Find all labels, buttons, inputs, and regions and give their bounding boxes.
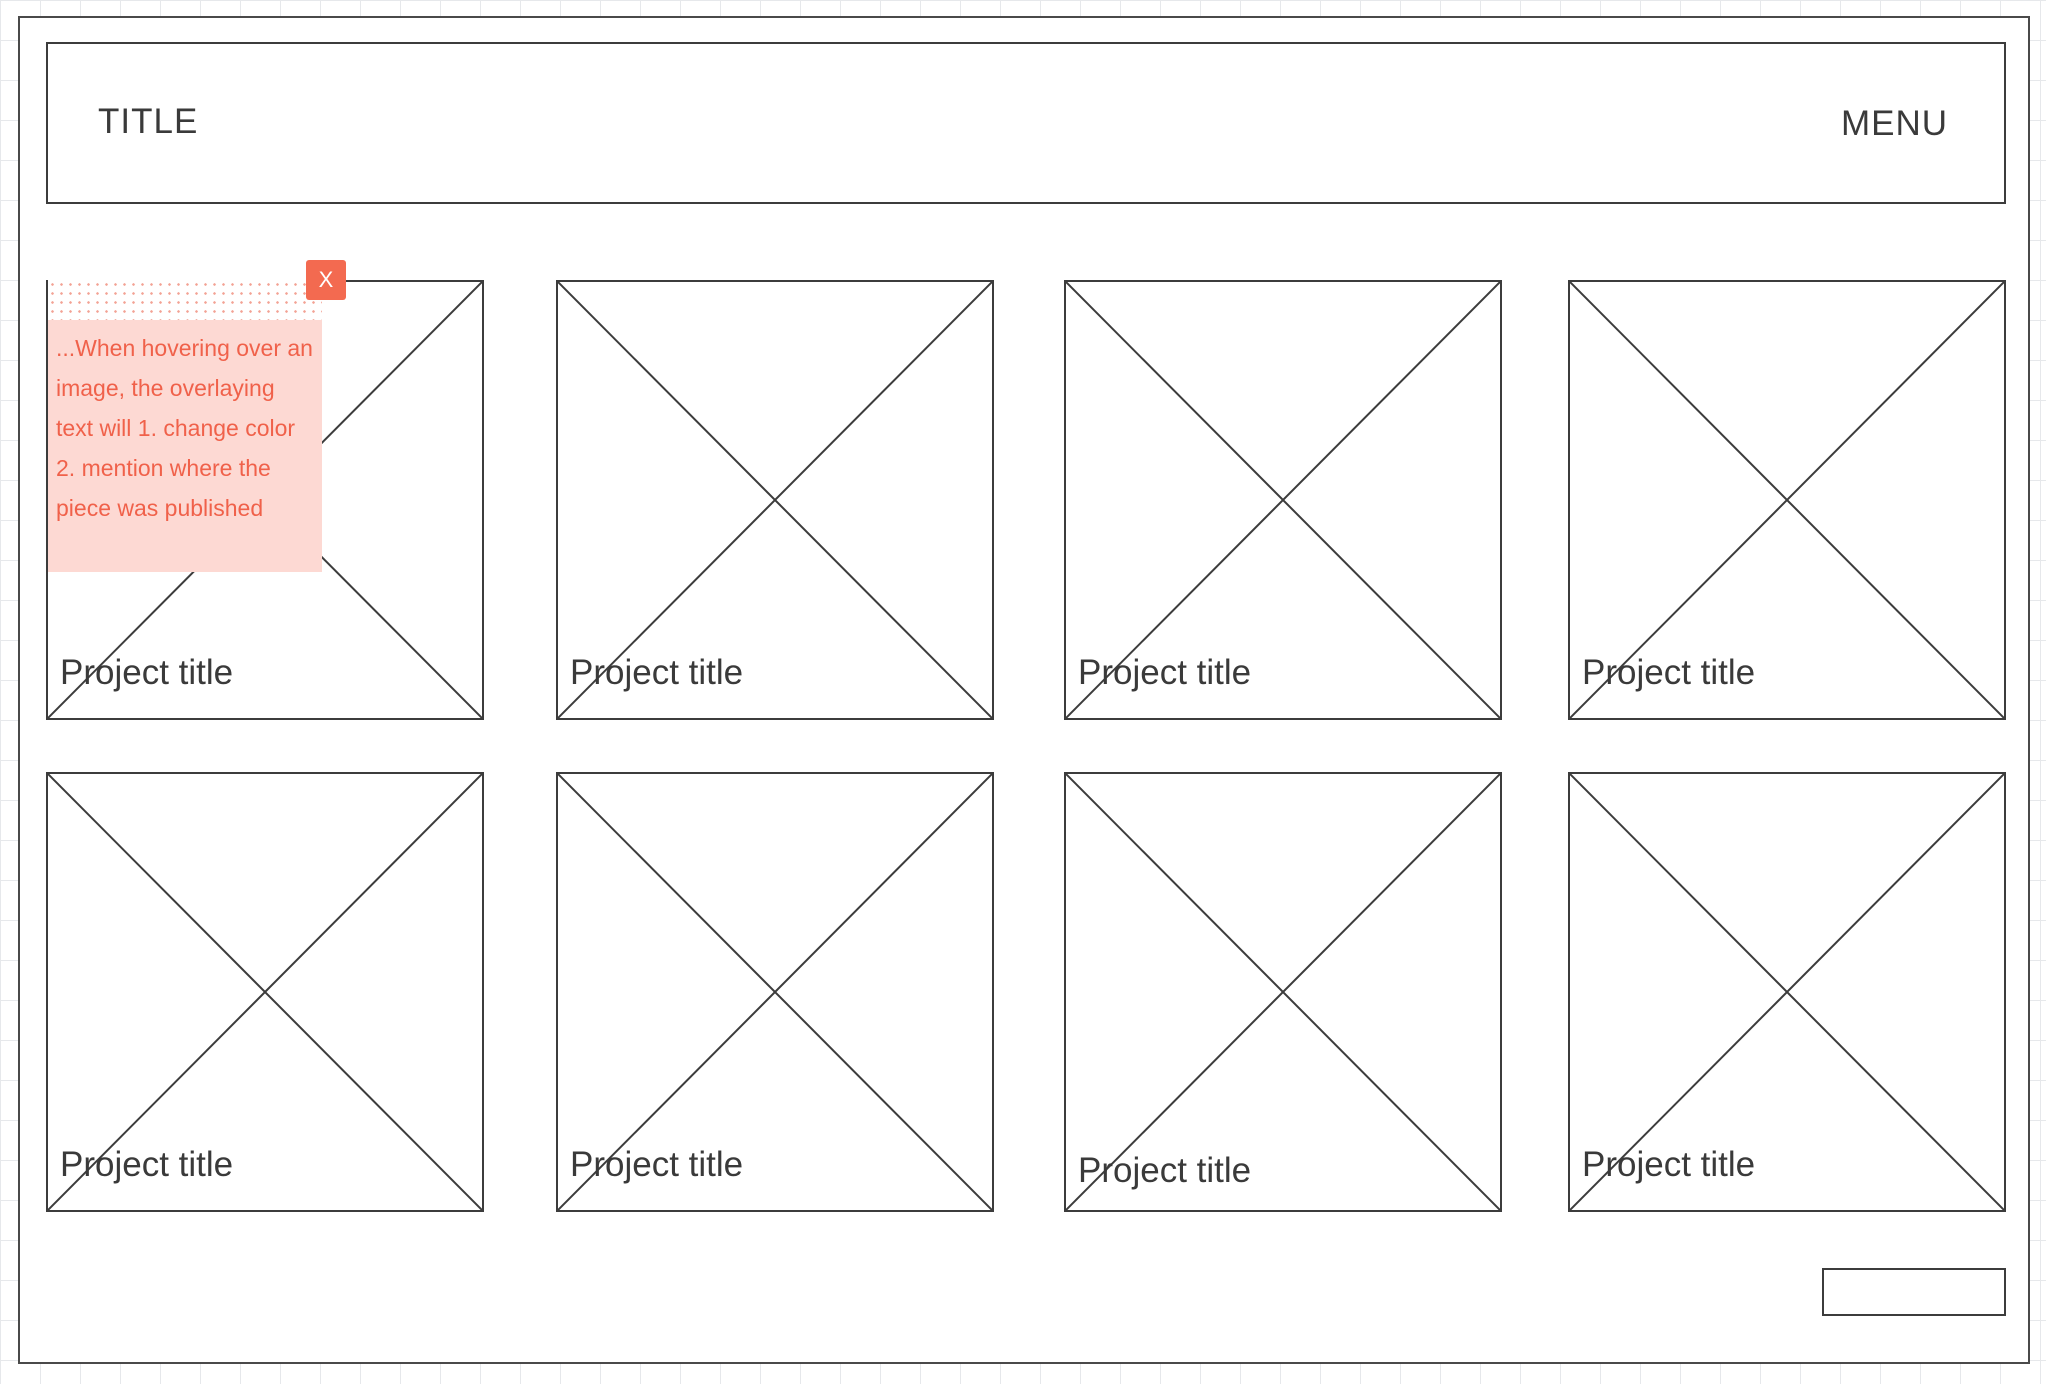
project-title: Project title [60,653,234,692]
project-title: Project title [1078,653,1252,692]
project-title: Project title [1078,1151,1252,1190]
project-title: Project title [1582,653,1756,692]
project-card[interactable]: Project title [1568,772,2006,1212]
close-annotation-button[interactable]: X [306,260,346,300]
project-card[interactable]: Project title [1568,280,2006,720]
image-placeholder-icon [1066,774,1500,1210]
project-title: Project title [570,653,744,692]
project-card[interactable]: Project title [1064,772,1502,1212]
menu-button[interactable]: MENU [1841,106,1948,141]
annotation-note-pattern [48,280,322,320]
project-title: Project title [1582,1145,1756,1184]
project-card[interactable]: Project title [46,772,484,1212]
annotation-note-text: ...When hovering over an image, the over… [56,335,313,521]
project-card[interactable]: Project title [1064,280,1502,720]
annotation-note: ...When hovering over an image, the over… [48,280,322,572]
site-header: TITLE MENU [46,42,2006,204]
project-card[interactable]: Project title [556,280,994,720]
site-title: TITLE [98,102,199,141]
footer-button[interactable] [1822,1268,2006,1316]
project-title: Project title [60,1145,234,1184]
project-card[interactable]: Project title [556,772,994,1212]
project-title: Project title [570,1145,744,1184]
